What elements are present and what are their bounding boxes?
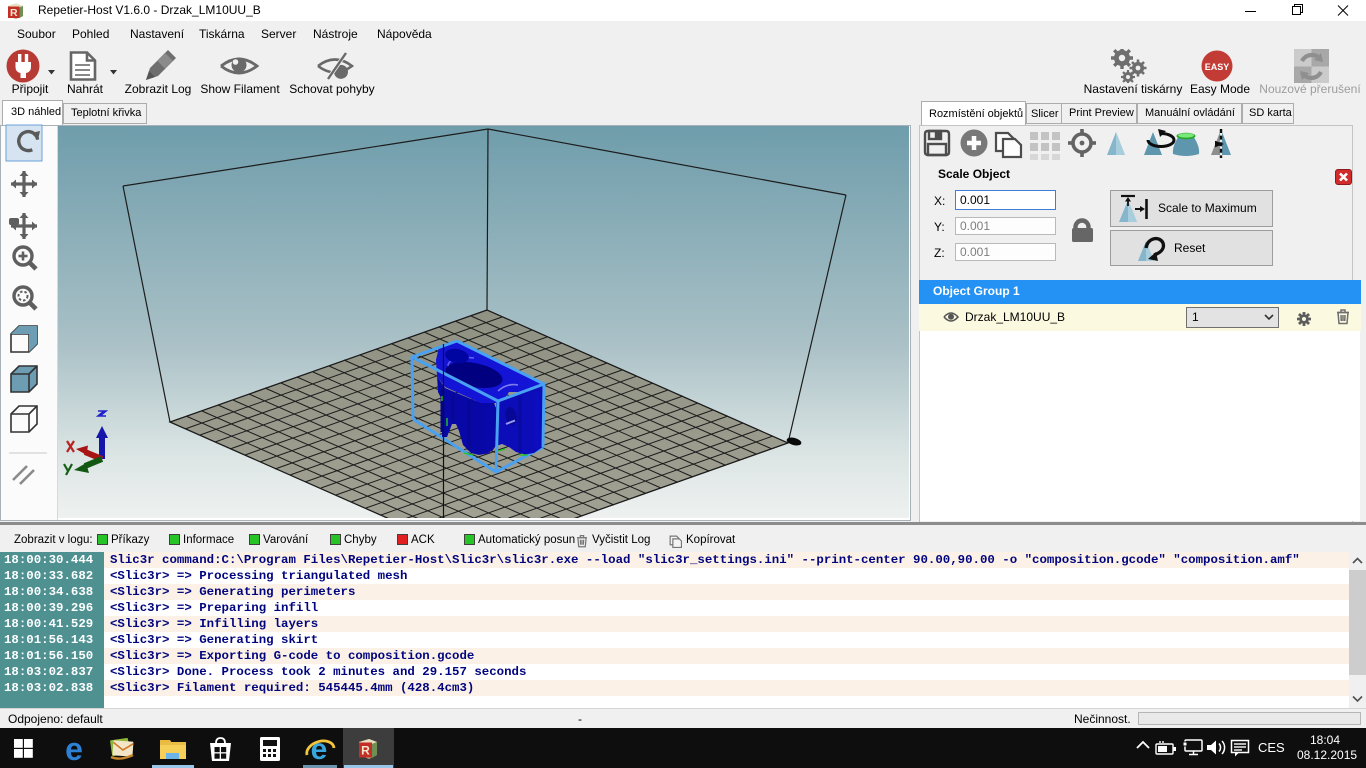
svg-text:EASY: EASY: [1205, 62, 1230, 72]
svg-text:e: e: [311, 733, 328, 765]
svg-text:R: R: [361, 744, 370, 758]
svg-text:e: e: [65, 734, 83, 764]
svg-text:R: R: [10, 7, 18, 19]
